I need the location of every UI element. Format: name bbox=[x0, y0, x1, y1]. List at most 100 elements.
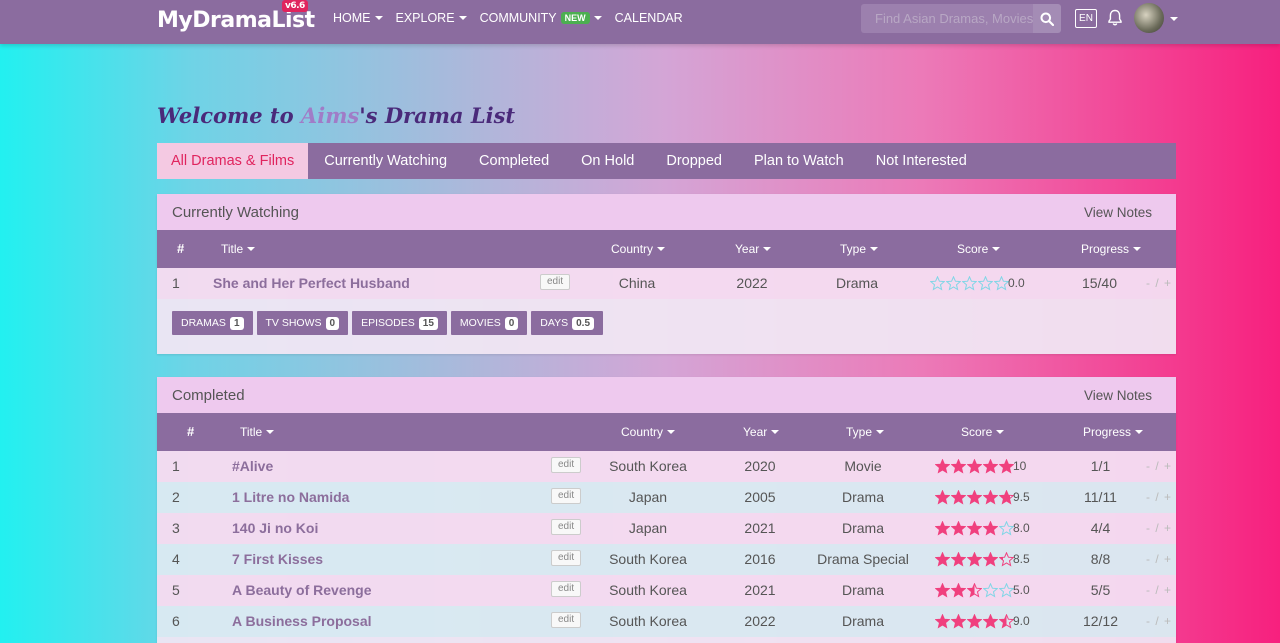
search-button[interactable] bbox=[1033, 4, 1061, 33]
country-cell: South Korea bbox=[609, 613, 687, 629]
type-cell: Drama bbox=[835, 275, 878, 291]
star-filled-icon bbox=[935, 614, 950, 629]
chevron-down-icon[interactable] bbox=[1170, 17, 1178, 21]
edit-button[interactable]: edit bbox=[551, 612, 582, 628]
col-progress[interactable]: Progress bbox=[1081, 230, 1142, 268]
nav-explore-label: EXPLORE bbox=[395, 11, 455, 25]
drama-title-link[interactable]: 140 Ji no Koi bbox=[232, 513, 318, 544]
chevron-down-icon bbox=[593, 16, 602, 20]
tab-all[interactable]: All Dramas & Films bbox=[157, 143, 309, 179]
edit-button[interactable]: edit bbox=[551, 581, 582, 597]
nav-community[interactable]: COMMUNITY NEW bbox=[480, 11, 602, 25]
completed-rows: 1 #Alive edit South Korea 2020 Movie 10 … bbox=[157, 451, 1176, 637]
table-row: 4 7 First Kisses edit South Korea 2016 D… bbox=[157, 544, 1176, 575]
tab-not-interested[interactable]: Not Interested bbox=[860, 143, 983, 179]
col-type[interactable]: Type bbox=[840, 230, 879, 268]
star-rating[interactable] bbox=[935, 521, 1015, 537]
type-cell: Drama bbox=[841, 489, 884, 505]
progress-cell: 8/8 bbox=[1090, 551, 1111, 567]
progress-adjust[interactable]: - / + bbox=[1146, 451, 1172, 482]
view-notes-link[interactable]: View Notes bbox=[1084, 205, 1152, 220]
chevron-down-icon bbox=[870, 247, 879, 251]
list-tabs: All Dramas & Films Currently Watching Co… bbox=[157, 143, 1176, 179]
col-title[interactable]: Title bbox=[221, 230, 256, 268]
col-score[interactable]: Score bbox=[957, 230, 1001, 268]
drama-title-link[interactable]: 1 Litre no Namida bbox=[232, 482, 349, 513]
col-country[interactable]: Country bbox=[621, 413, 676, 451]
chevron-down-icon bbox=[667, 430, 676, 434]
tab-completed[interactable]: Completed bbox=[463, 143, 565, 179]
username-link[interactable]: Aims bbox=[301, 103, 359, 128]
star-half-icon bbox=[967, 583, 982, 598]
version-badge: v6.6 bbox=[282, 0, 308, 12]
nav-explore[interactable]: EXPLORE bbox=[396, 11, 467, 25]
star-filled-icon bbox=[935, 583, 950, 598]
edit-button[interactable]: edit bbox=[540, 274, 571, 290]
stat-days: DAYS 0.5 bbox=[531, 311, 604, 335]
chevron-down-icon bbox=[763, 247, 772, 251]
view-notes-link[interactable]: View Notes bbox=[1084, 388, 1152, 403]
language-selector[interactable]: EN bbox=[1075, 9, 1097, 28]
col-type[interactable]: Type bbox=[846, 413, 885, 451]
star-rating[interactable] bbox=[935, 490, 1015, 506]
stat-label: TV SHOWS bbox=[265, 317, 322, 329]
col-progress[interactable]: Progress bbox=[1083, 413, 1144, 451]
col-year[interactable]: Year bbox=[743, 413, 780, 451]
col-country[interactable]: Country bbox=[611, 230, 666, 268]
stat-dramas: DRAMAS 1 bbox=[172, 311, 253, 335]
col-score[interactable]: Score bbox=[961, 413, 1005, 451]
drama-title-link[interactable]: A Business Proposal bbox=[232, 606, 372, 637]
drama-title-link[interactable]: #Alive bbox=[232, 451, 273, 482]
progress-adjust[interactable]: - / + bbox=[1146, 513, 1172, 544]
score-value: 5.0 bbox=[1013, 583, 1030, 597]
chevron-down-icon bbox=[876, 430, 885, 434]
year-cell: 2021 bbox=[744, 520, 776, 536]
col-title[interactable]: Title bbox=[240, 413, 275, 451]
drama-title-link[interactable]: A Beauty of Revenge bbox=[232, 575, 372, 606]
tab-on-hold[interactable]: On Hold bbox=[565, 143, 650, 179]
star-rating[interactable] bbox=[935, 459, 1015, 475]
chevron-down-icon bbox=[1133, 247, 1142, 251]
progress-adjust[interactable]: - / + bbox=[1146, 575, 1172, 606]
bell-icon[interactable] bbox=[1107, 9, 1123, 27]
edit-button[interactable]: edit bbox=[551, 550, 582, 566]
type-cell: Drama bbox=[841, 520, 884, 536]
edit-button[interactable]: edit bbox=[551, 457, 582, 473]
star-filled-icon bbox=[951, 614, 966, 629]
tab-dropped[interactable]: Dropped bbox=[650, 143, 738, 179]
year-cell: 2016 bbox=[744, 551, 776, 567]
tab-plan-to-watch[interactable]: Plan to Watch bbox=[738, 143, 860, 179]
col-year-label: Year bbox=[735, 242, 760, 256]
star-rating[interactable] bbox=[935, 583, 1015, 599]
section-header: Completed View Notes bbox=[157, 377, 1176, 413]
edit-button[interactable]: edit bbox=[551, 488, 582, 504]
row-number: 1 bbox=[172, 458, 180, 474]
site-logo[interactable]: MyDramaList v6.6 bbox=[157, 0, 315, 36]
edit-button[interactable]: edit bbox=[551, 519, 582, 535]
drama-title-link[interactable]: 7 First Kisses bbox=[232, 544, 323, 575]
star-filled-icon bbox=[967, 459, 982, 474]
drama-title-link[interactable]: She and Her Perfect Husband bbox=[213, 268, 410, 299]
progress-adjust[interactable]: - / + bbox=[1146, 606, 1172, 637]
progress-adjust[interactable]: - / + bbox=[1146, 544, 1172, 575]
nav-home-label: HOME bbox=[333, 11, 371, 25]
score-value: 9.5 bbox=[1013, 490, 1030, 504]
col-title-label: Title bbox=[221, 242, 244, 256]
tab-currently-watching[interactable]: Currently Watching bbox=[308, 143, 463, 179]
col-year[interactable]: Year bbox=[735, 230, 772, 268]
nav-home[interactable]: HOME bbox=[333, 11, 383, 25]
search-icon bbox=[1040, 12, 1054, 26]
nav-calendar[interactable]: CALENDAR bbox=[615, 11, 683, 25]
star-rating[interactable] bbox=[930, 276, 1010, 292]
star-rating[interactable] bbox=[935, 552, 1015, 568]
table-header: # Title Country Year Type Score Progress bbox=[157, 413, 1176, 451]
progress-adjust[interactable]: - / + bbox=[1146, 268, 1172, 299]
progress-adjust[interactable]: - / + bbox=[1146, 482, 1172, 513]
search-input[interactable] bbox=[861, 4, 1033, 33]
star-rating[interactable] bbox=[935, 614, 1015, 630]
star-filled-icon bbox=[983, 459, 998, 474]
col-type-label: Type bbox=[846, 425, 873, 439]
table-row: 1 #Alive edit South Korea 2020 Movie 10 … bbox=[157, 451, 1176, 482]
avatar[interactable] bbox=[1134, 3, 1164, 33]
star-empty-icon bbox=[978, 276, 993, 291]
